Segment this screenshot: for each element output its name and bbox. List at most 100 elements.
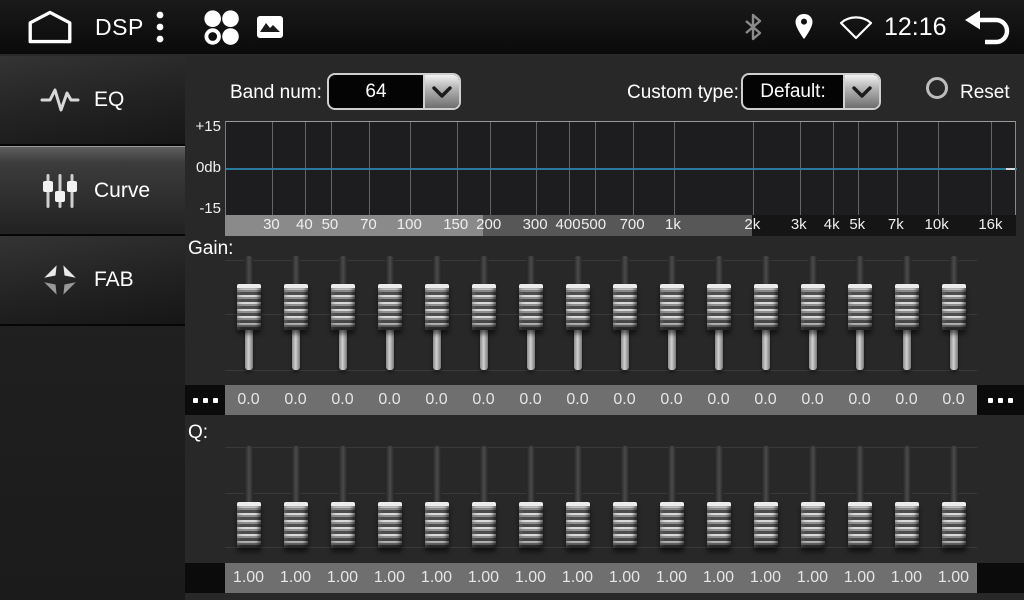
slider-knob[interactable] bbox=[237, 502, 261, 548]
q-slider[interactable] bbox=[554, 440, 601, 560]
slider-knob[interactable] bbox=[660, 502, 684, 548]
gain-more-right-button[interactable] bbox=[977, 385, 1024, 415]
gain-slider[interactable] bbox=[272, 252, 319, 378]
gallery-icon[interactable] bbox=[256, 0, 284, 54]
gain-slider[interactable] bbox=[601, 252, 648, 378]
home-icon[interactable] bbox=[25, 0, 75, 54]
freq-tick: 3k bbox=[791, 216, 807, 233]
gain-slider[interactable] bbox=[648, 252, 695, 378]
q-value: 1.00 bbox=[507, 563, 554, 593]
slider-knob[interactable] bbox=[284, 284, 308, 330]
slider-knob[interactable] bbox=[942, 284, 966, 330]
q-value: 1.00 bbox=[554, 563, 601, 593]
slider-knob[interactable] bbox=[848, 502, 872, 548]
slider-knob[interactable] bbox=[566, 284, 590, 330]
slider-knob[interactable] bbox=[895, 502, 919, 548]
q-slider[interactable] bbox=[460, 440, 507, 560]
q-slider[interactable] bbox=[507, 440, 554, 560]
slider-knob[interactable] bbox=[519, 284, 543, 330]
slider-knob[interactable] bbox=[942, 502, 966, 548]
slider-knob[interactable] bbox=[707, 284, 731, 330]
slider-knob[interactable] bbox=[754, 284, 778, 330]
kebab-menu-icon[interactable] bbox=[155, 0, 165, 54]
slider-knob[interactable] bbox=[613, 502, 637, 548]
slider-knob[interactable] bbox=[237, 284, 261, 330]
slider-knob[interactable] bbox=[613, 284, 637, 330]
gain-slider[interactable] bbox=[742, 252, 789, 378]
slider-knob[interactable] bbox=[378, 284, 402, 330]
q-slider[interactable] bbox=[272, 440, 319, 560]
slider-knob[interactable] bbox=[801, 284, 825, 330]
gain-slider[interactable] bbox=[695, 252, 742, 378]
q-slider[interactable] bbox=[648, 440, 695, 560]
custom-type-dropdown[interactable]: Default: bbox=[741, 73, 881, 110]
gain-slider[interactable] bbox=[366, 252, 413, 378]
sidebar-item-label: FAB bbox=[94, 268, 134, 292]
gain-slider[interactable] bbox=[883, 252, 930, 378]
slider-knob[interactable] bbox=[331, 502, 355, 548]
q-value-strip: 1.001.001.001.001.001.001.001.001.001.00… bbox=[225, 563, 977, 593]
gain-slider[interactable] bbox=[413, 252, 460, 378]
slider-knob[interactable] bbox=[472, 284, 496, 330]
q-slider[interactable] bbox=[695, 440, 742, 560]
q-value: 1.00 bbox=[648, 563, 695, 593]
chevron-down-icon bbox=[423, 75, 459, 108]
slider-knob[interactable] bbox=[519, 502, 543, 548]
slider-track bbox=[761, 446, 770, 504]
q-slider[interactable] bbox=[742, 440, 789, 560]
slider-knob[interactable] bbox=[378, 502, 402, 548]
slider-knob[interactable] bbox=[895, 284, 919, 330]
gain-slider[interactable] bbox=[554, 252, 601, 378]
gain-slider[interactable] bbox=[789, 252, 836, 378]
slider-knob[interactable] bbox=[425, 502, 449, 548]
slider-knob[interactable] bbox=[754, 502, 778, 548]
slider-track bbox=[714, 446, 723, 504]
apps-clover-icon[interactable] bbox=[200, 0, 242, 54]
q-slider[interactable] bbox=[413, 440, 460, 560]
back-icon[interactable] bbox=[962, 0, 1014, 54]
slider-knob[interactable] bbox=[848, 284, 872, 330]
gain-slider[interactable] bbox=[319, 252, 366, 378]
q-slider[interactable] bbox=[836, 440, 883, 560]
q-slider[interactable] bbox=[930, 440, 977, 560]
q-slider[interactable] bbox=[225, 440, 272, 560]
slider-knob[interactable] bbox=[472, 502, 496, 548]
sidebar-item-eq[interactable]: EQ bbox=[0, 56, 185, 146]
gain-more-left-button[interactable] bbox=[185, 385, 225, 415]
slider-knob[interactable] bbox=[284, 502, 308, 548]
slider-track bbox=[433, 330, 441, 370]
slider-knob[interactable] bbox=[707, 502, 731, 548]
slider-knob[interactable] bbox=[566, 502, 590, 548]
gain-value: 0.0 bbox=[366, 385, 413, 415]
band-num-dropdown[interactable]: 64 bbox=[327, 73, 461, 110]
q-slider[interactable] bbox=[601, 440, 648, 560]
q-slider[interactable] bbox=[789, 440, 836, 560]
sidebar: EQ Curve bbox=[0, 56, 185, 600]
q-slider[interactable] bbox=[319, 440, 366, 560]
slider-track bbox=[949, 256, 958, 286]
slider-knob[interactable] bbox=[331, 284, 355, 330]
q-slider[interactable] bbox=[366, 440, 413, 560]
freq-tick: 1k bbox=[665, 216, 681, 233]
slider-knob[interactable] bbox=[801, 502, 825, 548]
gain-slider[interactable] bbox=[225, 252, 272, 378]
reset-radio[interactable] bbox=[926, 77, 948, 99]
gain-value: 0.0 bbox=[601, 385, 648, 415]
gain-slider[interactable] bbox=[836, 252, 883, 378]
slider-knob[interactable] bbox=[660, 284, 684, 330]
sidebar-item-fab[interactable]: FAB bbox=[0, 236, 185, 326]
slider-track bbox=[668, 330, 676, 370]
gain-slider[interactable] bbox=[930, 252, 977, 378]
freq-tick: 50 bbox=[322, 216, 339, 233]
slider-track bbox=[526, 446, 535, 504]
sidebar-item-curve[interactable]: Curve bbox=[0, 146, 185, 236]
slider-track bbox=[573, 256, 582, 286]
slider-knob[interactable] bbox=[425, 284, 449, 330]
freq-tick: 30 bbox=[263, 216, 280, 233]
freq-tick: 150 bbox=[443, 216, 468, 233]
q-slider[interactable] bbox=[883, 440, 930, 560]
slider-track bbox=[950, 330, 958, 370]
eq-wave-icon bbox=[40, 85, 80, 115]
gain-slider[interactable] bbox=[507, 252, 554, 378]
gain-slider[interactable] bbox=[460, 252, 507, 378]
